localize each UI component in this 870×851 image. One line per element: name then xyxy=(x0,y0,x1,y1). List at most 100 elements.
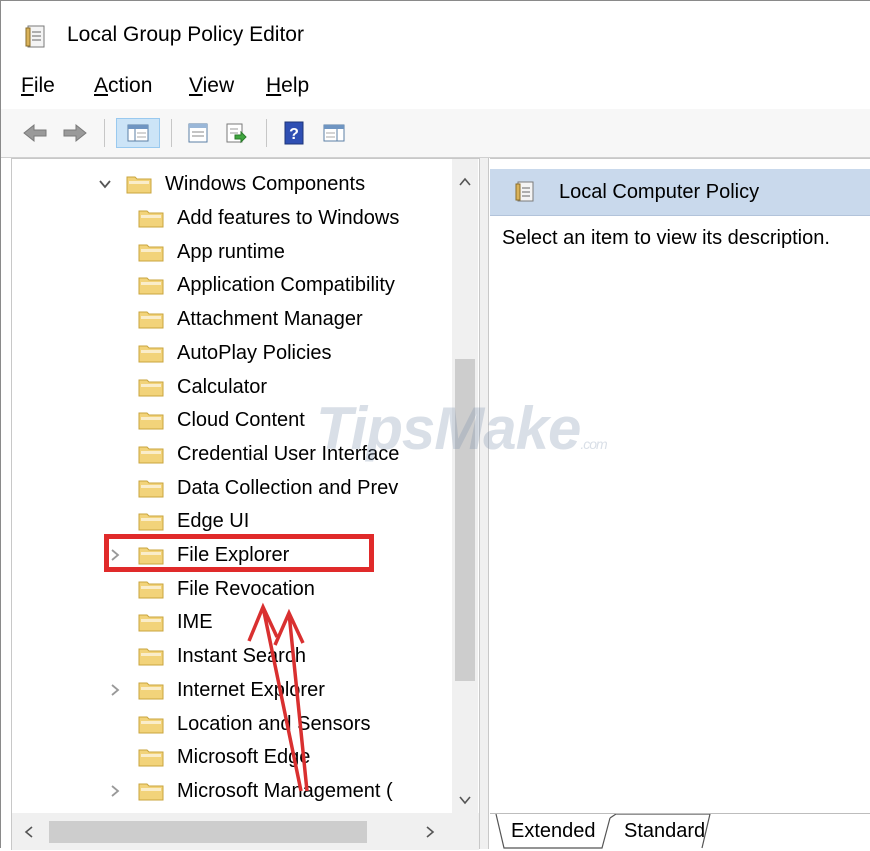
forward-button[interactable] xyxy=(61,118,89,148)
highlight-box xyxy=(104,534,374,572)
tree-item-cloud-content[interactable]: Cloud Content xyxy=(138,403,305,437)
menu-action-accesskey: A xyxy=(94,74,109,97)
folder-icon xyxy=(138,210,164,228)
tree-item-app-runtime[interactable]: App runtime xyxy=(138,235,285,269)
view-tabs: Extended Standard xyxy=(490,813,870,851)
tree-item-attachment-manager[interactable]: Attachment Manager xyxy=(138,302,363,336)
tree-item-add-features-to-windows[interactable]: Add features to Windows xyxy=(138,201,399,235)
tree-item-file-revocation[interactable]: File Revocation xyxy=(138,572,315,606)
window-title: Local Group Policy Editor xyxy=(67,23,304,46)
tree-item-edge-ui[interactable]: Edge UI xyxy=(138,504,249,538)
toolbar-separator xyxy=(266,119,267,147)
menu-view[interactable]: View xyxy=(189,74,234,98)
tree-item-microsoft-management[interactable]: Microsoft Management ( xyxy=(111,774,393,808)
show-hide-action-pane-icon xyxy=(323,124,345,142)
back-button[interactable] xyxy=(21,118,49,148)
menu-view-label: iew xyxy=(202,74,235,97)
title-bar: Local Group Policy Editor xyxy=(1,1,870,63)
export-list-icon xyxy=(226,123,247,144)
svg-text:?: ? xyxy=(289,126,299,143)
folder-icon xyxy=(138,682,164,700)
toolbar-separator xyxy=(104,119,105,147)
menu-file-label: ile xyxy=(33,74,55,97)
policy-icon xyxy=(515,181,534,202)
details-title: Local Computer Policy xyxy=(559,181,760,203)
folder-icon xyxy=(138,749,164,767)
menu-bar: File Action View Help xyxy=(1,63,870,110)
scroll-left-icon[interactable] xyxy=(24,825,34,839)
properties-button[interactable] xyxy=(183,118,213,148)
folder-icon xyxy=(138,311,164,329)
horizontal-scroll-thumb[interactable] xyxy=(49,821,367,843)
menu-file[interactable]: File xyxy=(21,74,55,98)
show-hide-action-pane-button[interactable] xyxy=(319,118,349,148)
tree-item-calculator[interactable]: Calculator xyxy=(138,370,267,404)
policy-editor-icon xyxy=(25,25,45,48)
menu-view-accesskey: V xyxy=(189,74,203,97)
folder-icon xyxy=(138,345,164,363)
tree-vertical-scrollbar[interactable] xyxy=(452,159,478,813)
tree-item-label: Microsoft Edge xyxy=(177,745,311,768)
tree-item-label: Data Collection and Prev xyxy=(177,476,399,499)
folder-icon xyxy=(138,480,164,498)
tree-item-label: Attachment Manager xyxy=(177,307,363,330)
folder-icon xyxy=(138,648,164,666)
menu-file-accesskey: F xyxy=(21,74,34,97)
tree-item-ime[interactable]: IME xyxy=(138,605,213,639)
tree-item-label: Add features to Windows xyxy=(177,206,400,229)
menu-action[interactable]: Action xyxy=(94,74,152,98)
watermark-suffix: .com xyxy=(580,436,607,452)
tree-item-location-and-sensors[interactable]: Location and Sensors xyxy=(138,707,370,741)
app-window: Local Group Policy Editor File Action Vi… xyxy=(0,0,870,851)
scroll-up-icon[interactable] xyxy=(458,177,472,187)
folder-icon xyxy=(138,412,164,430)
console-tree[interactable]: Windows Components Add features to Windo… xyxy=(11,158,479,850)
watermark-text: TipsMake xyxy=(316,395,581,462)
chevron-right-icon[interactable] xyxy=(108,683,122,697)
tree-item-application-compatibility[interactable]: Application Compatibility xyxy=(138,268,395,302)
toolbar: ? xyxy=(1,109,870,158)
tree-item-instant-search[interactable]: Instant Search xyxy=(138,639,306,673)
tab-extended[interactable]: Extended xyxy=(511,820,596,843)
tree-item-internet-explorer[interactable]: Internet Explorer xyxy=(111,673,325,707)
tree-item-label: Microsoft Management ( xyxy=(177,779,393,802)
tree-item-autoplay-policies[interactable]: AutoPlay Policies xyxy=(138,336,332,370)
details-description: Select an item to view its description. xyxy=(502,227,830,249)
tree-item-microsoft-edge[interactable]: Microsoft Edge xyxy=(138,740,310,774)
show-hide-console-tree-button[interactable] xyxy=(116,118,160,148)
details-header: Local Computer Policy xyxy=(490,169,870,216)
back-icon xyxy=(23,123,47,143)
scroll-down-icon[interactable] xyxy=(458,795,472,805)
tree-item-label: File Revocation xyxy=(177,577,315,600)
show-hide-console-tree-icon xyxy=(127,124,149,142)
tree-item-label: Calculator xyxy=(177,375,268,398)
scroll-right-icon[interactable] xyxy=(425,825,435,839)
help-button[interactable]: ? xyxy=(281,118,307,148)
menu-help[interactable]: Help xyxy=(266,74,309,98)
pane-splitter[interactable] xyxy=(479,158,489,849)
folder-icon xyxy=(138,513,164,531)
tree-item-label: App runtime xyxy=(177,240,285,263)
folder-icon xyxy=(138,614,164,632)
toolbar-separator xyxy=(171,119,172,147)
tree-item-label: AutoPlay Policies xyxy=(177,341,332,364)
folder-icon xyxy=(138,783,164,801)
tree-item-label: IME xyxy=(177,610,213,633)
chevron-right-icon[interactable] xyxy=(108,784,122,798)
tree-item-label: Instant Search xyxy=(177,644,306,667)
watermark: TipsMake.com xyxy=(316,394,608,463)
export-list-button[interactable] xyxy=(221,118,251,148)
folder-icon xyxy=(138,581,164,599)
tree-item-label: Application Compatibility xyxy=(177,273,395,296)
folder-icon xyxy=(138,716,164,734)
folder-icon xyxy=(126,176,152,194)
chevron-down-icon[interactable] xyxy=(98,177,112,191)
tree-horizontal-scrollbar[interactable] xyxy=(12,813,479,850)
tree-item-label: Windows Components xyxy=(165,172,366,195)
tree-item-windows-components[interactable]: Windows Components xyxy=(98,167,365,201)
tab-standard[interactable]: Standard xyxy=(624,820,705,843)
menu-help-accesskey: H xyxy=(266,74,282,97)
tree-item-data-collection-and-prev[interactable]: Data Collection and Prev xyxy=(138,471,398,505)
folder-icon xyxy=(138,244,164,262)
folder-icon xyxy=(138,446,164,464)
